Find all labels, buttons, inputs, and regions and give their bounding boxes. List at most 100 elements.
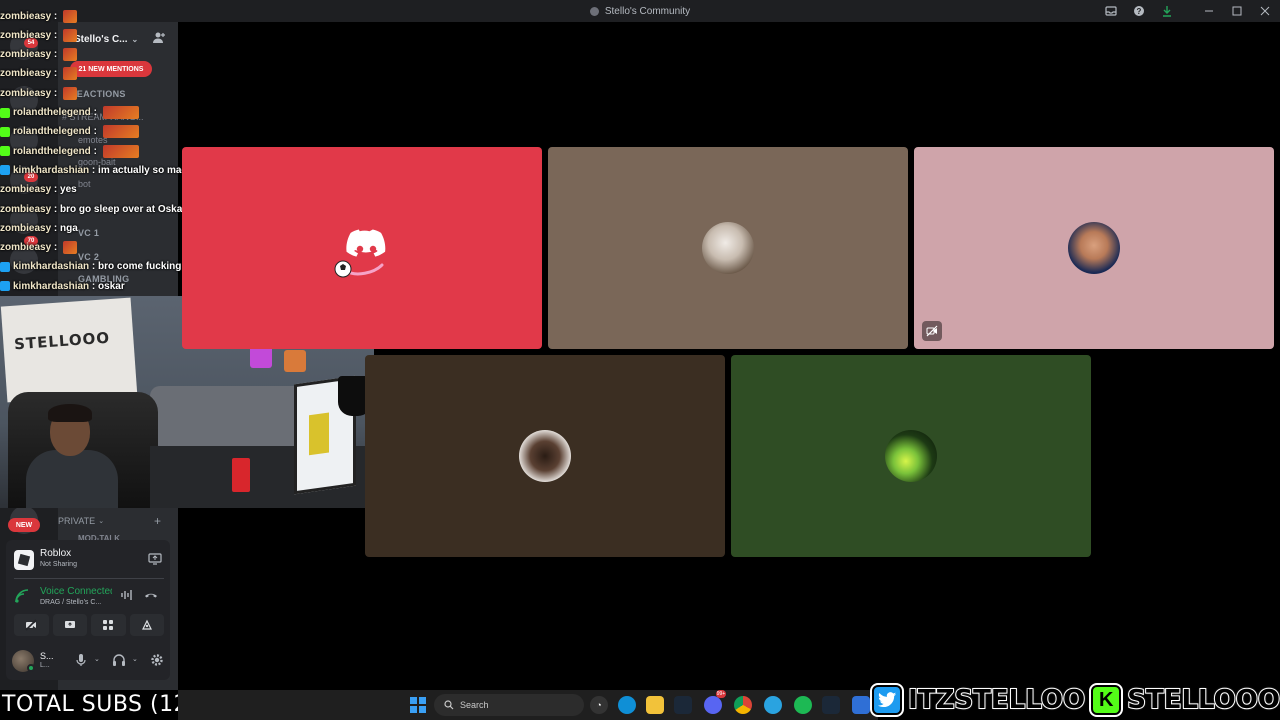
chrome-icon[interactable] bbox=[734, 696, 752, 714]
steam-icon[interactable] bbox=[674, 696, 692, 714]
video-tile-discord[interactable] bbox=[182, 147, 542, 349]
chat-message: zombieasy : bbox=[0, 47, 78, 63]
emote-image bbox=[63, 86, 78, 100]
microphone-icon[interactable] bbox=[74, 653, 88, 667]
telegram-icon[interactable] bbox=[764, 696, 782, 714]
chat-separator: : bbox=[90, 126, 100, 138]
chat-message: kimkhardashian : oskar bbox=[0, 278, 125, 294]
app-icon[interactable]: ◔ bbox=[590, 696, 608, 714]
steam-icon-2[interactable] bbox=[822, 696, 840, 714]
chat-username: rolandthelegend bbox=[13, 107, 91, 118]
chat-username: zombieasy bbox=[0, 222, 52, 234]
soundboard-button[interactable] bbox=[129, 614, 164, 636]
chat-message: kimkhardashian : im actually so mad bbox=[0, 162, 188, 178]
minimize-icon[interactable] bbox=[1202, 4, 1216, 18]
user-name[interactable]: S... bbox=[40, 651, 54, 661]
noise-suppression-icon[interactable] bbox=[120, 588, 134, 602]
chat-message: zombieasy : bro go sleep over at Oskar bbox=[0, 201, 186, 217]
close-icon[interactable] bbox=[1258, 4, 1272, 18]
chat-separator: : bbox=[51, 29, 61, 41]
video-off-icon bbox=[922, 321, 942, 341]
new-mentions-pill[interactable]: 21 NEW MENTIONS bbox=[70, 61, 152, 77]
chat-username: zombieasy bbox=[0, 203, 52, 215]
channel-category[interactable]: REACTIONS bbox=[70, 89, 126, 99]
voice-channel[interactable]: DRAG / Stello's C... bbox=[40, 599, 101, 606]
windows-taskbar: Search ◔ 99+ bbox=[178, 690, 878, 720]
red-cup bbox=[232, 458, 250, 492]
activities-icon bbox=[103, 620, 114, 630]
headphones-icon[interactable] bbox=[112, 653, 126, 667]
emote-image bbox=[63, 241, 78, 255]
maximize-icon[interactable] bbox=[1230, 4, 1244, 18]
voice-connected-row: Voice Connected DRAG / Stello's C... bbox=[14, 584, 164, 610]
user-status-text: L... bbox=[40, 662, 50, 669]
share-screen-icon bbox=[64, 621, 75, 628]
chat-username: zombieasy bbox=[0, 184, 52, 196]
camera-off-button[interactable] bbox=[14, 614, 49, 636]
new-badge[interactable]: NEW bbox=[8, 518, 40, 532]
chat-username: rolandthelegend bbox=[13, 145, 91, 157]
twitter-icon bbox=[0, 281, 10, 292]
disconnect-icon[interactable] bbox=[144, 588, 158, 602]
gear-icon[interactable] bbox=[150, 653, 164, 667]
chat-separator: : bbox=[51, 184, 61, 196]
share-screen-button[interactable] bbox=[52, 614, 87, 636]
add-user-icon[interactable] bbox=[152, 31, 166, 45]
chat-text: im actually so mad bbox=[98, 164, 188, 176]
activity-row: Roblox Not Sharing bbox=[14, 546, 164, 574]
chat-text: yes bbox=[60, 184, 77, 196]
wall-poster bbox=[250, 346, 272, 368]
edge-icon[interactable] bbox=[618, 696, 636, 714]
channel-category[interactable]: VC 1 bbox=[78, 228, 99, 238]
inbox-icon[interactable] bbox=[1104, 4, 1118, 18]
voice-title[interactable]: Voice Connected bbox=[40, 586, 112, 597]
download-icon[interactable] bbox=[1160, 4, 1174, 18]
app-icon-2[interactable] bbox=[852, 696, 870, 714]
emote-image bbox=[102, 144, 139, 158]
spotify-icon[interactable] bbox=[794, 696, 812, 714]
voice-controls bbox=[14, 614, 164, 636]
kick-icon bbox=[0, 126, 10, 137]
search-icon bbox=[444, 700, 454, 710]
wall-poster bbox=[284, 350, 306, 372]
video-tile-cat[interactable] bbox=[548, 147, 908, 349]
emote-image bbox=[102, 106, 139, 119]
chat-username: kimkhardashian bbox=[13, 164, 90, 176]
activities-button[interactable] bbox=[91, 614, 126, 636]
chat-username: zombieasy bbox=[0, 49, 52, 61]
taskbar-search[interactable]: Search bbox=[434, 694, 584, 716]
chat-message: zombieasy : bbox=[0, 27, 78, 43]
streamer bbox=[26, 404, 118, 508]
video-tile-skull[interactable] bbox=[731, 355, 1091, 557]
chevron-down-icon[interactable]: ⌄ bbox=[94, 655, 100, 663]
chat-message: zombieasy : bbox=[0, 8, 78, 24]
chat-username: zombieasy bbox=[0, 10, 52, 22]
signal-icon[interactable] bbox=[14, 588, 30, 604]
video-tile-wrestler[interactable] bbox=[914, 147, 1274, 349]
title-bar-controls: ? bbox=[1104, 0, 1272, 22]
video-tile-figure[interactable] bbox=[365, 355, 725, 557]
private-category[interactable]: PRIVATE ⌄ bbox=[58, 516, 104, 526]
screen-share-icon[interactable] bbox=[148, 552, 162, 566]
chat-username: zombieasy bbox=[0, 68, 52, 80]
chat-username: kimkhardashian bbox=[13, 280, 90, 292]
discord-badge: 99+ bbox=[716, 690, 726, 698]
discord-icon[interactable] bbox=[704, 696, 722, 714]
channel-item[interactable]: bot bbox=[78, 179, 91, 189]
twitter-icon bbox=[872, 685, 903, 715]
kick-handle: STELLOOO bbox=[1126, 684, 1280, 716]
bed bbox=[150, 386, 310, 446]
emote-image bbox=[63, 9, 78, 23]
file-explorer-icon[interactable] bbox=[646, 696, 664, 714]
activity-title: Roblox bbox=[40, 548, 72, 559]
add-channel-icon[interactable]: + bbox=[154, 514, 161, 528]
chat-message: zombieasy : yes bbox=[0, 182, 77, 198]
emote-image bbox=[63, 67, 78, 81]
chat-message: rolandthelegend : bbox=[0, 143, 139, 159]
windows-start-icon[interactable] bbox=[410, 697, 426, 713]
chat-username: zombieasy bbox=[0, 87, 52, 99]
chat-username: rolandthelegend bbox=[13, 126, 91, 138]
chevron-down-icon[interactable]: ⌄ bbox=[132, 655, 138, 663]
help-icon[interactable]: ? bbox=[1132, 4, 1146, 18]
kick-icon bbox=[0, 146, 10, 157]
